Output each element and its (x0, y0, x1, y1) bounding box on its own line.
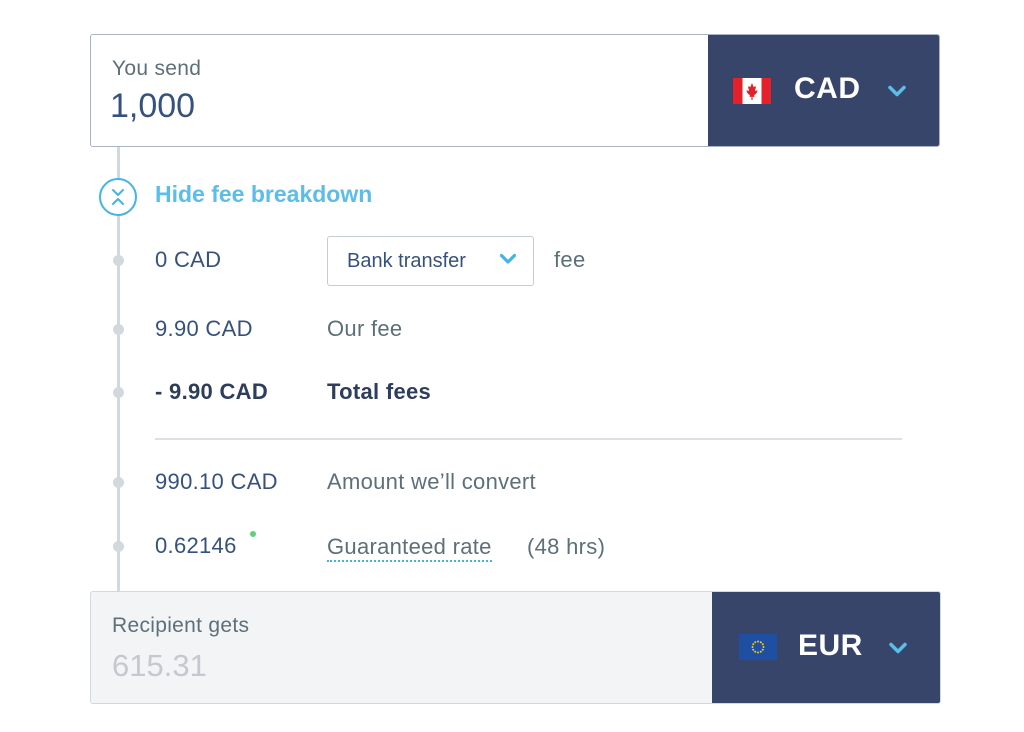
timeline-dot (113, 541, 124, 552)
canada-flag-icon (733, 78, 771, 104)
eu-flag-icon (739, 634, 777, 660)
payment-fee-amount: 0 CAD (155, 247, 222, 272)
send-amount-area[interactable]: You send (91, 35, 709, 146)
send-label: You send (112, 57, 202, 80)
send-amount-input[interactable] (110, 87, 670, 126)
hide-fee-breakdown-link[interactable]: Hide fee breakdown (155, 181, 372, 208)
timeline-dot (113, 477, 124, 488)
guaranteed-rate-duration: (48 hrs) (527, 534, 606, 559)
our-fee-amount: 9.90 CAD (155, 316, 253, 341)
send-amount-panel: You send CAD (90, 34, 940, 147)
our-fee-label: Our fee (327, 316, 403, 341)
recipient-amount-area[interactable]: Recipient gets 615.31 (91, 592, 713, 703)
payment-method-value: Bank transfer (347, 250, 466, 272)
exchange-rate-value: 0.62146 (155, 533, 237, 558)
chevron-down-icon (888, 85, 906, 96)
total-fees-label: Total fees (327, 379, 432, 404)
send-currency-select[interactable]: CAD (708, 35, 939, 146)
guaranteed-rate-link[interactable]: Guaranteed rate (327, 533, 492, 562)
payment-fee-label: fee (554, 247, 586, 272)
convert-amount-label: Amount we’ll convert (327, 469, 536, 494)
chevron-down-icon (889, 642, 907, 653)
collapse-chevrons-icon (112, 189, 124, 205)
recipient-label: Recipient gets (112, 614, 250, 637)
total-fees-amount: - 9.90 CAD (155, 379, 269, 404)
recipient-currency-select[interactable]: EUR (712, 592, 940, 703)
recipient-currency-code: EUR (798, 629, 863, 662)
payment-method-select[interactable]: Bank transfer (327, 236, 534, 286)
breakdown-divider (155, 438, 902, 440)
recipient-amount-panel: Recipient gets 615.31 EUR (90, 591, 941, 704)
timeline-dot (113, 255, 124, 266)
live-rate-indicator (250, 531, 256, 537)
convert-amount: 990.10 CAD (155, 469, 278, 494)
timeline-dot (113, 387, 124, 398)
collapse-breakdown-button[interactable] (99, 178, 137, 216)
recipient-amount-value[interactable]: 615.31 (112, 648, 207, 684)
chevron-down-icon (499, 253, 517, 264)
timeline-dot (113, 324, 124, 335)
send-currency-code: CAD (794, 72, 861, 105)
